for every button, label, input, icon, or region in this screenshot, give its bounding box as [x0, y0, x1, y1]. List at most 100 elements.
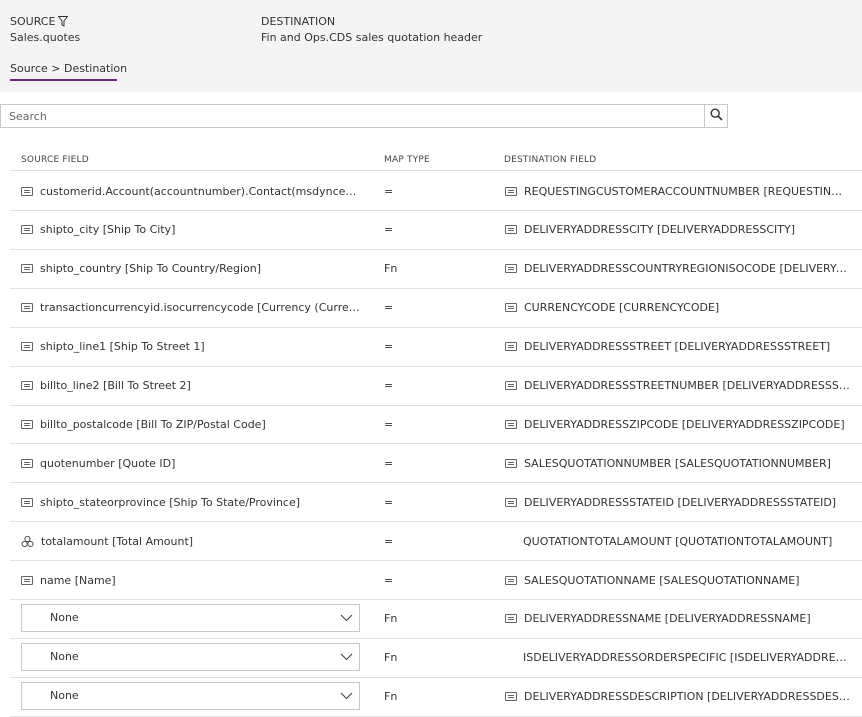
destination-field-cell[interactable]: CURRENCYCODE [CURRENCYCODE]	[505, 289, 850, 327]
search-input[interactable]	[1, 105, 704, 127]
source-field-text: name [Name]	[40, 573, 116, 587]
column-header-map-type[interactable]: MAP TYPE	[384, 155, 430, 165]
field-icon	[505, 381, 517, 390]
source-field-dropdown[interactable]: None	[21, 603, 360, 632]
destination-field-cell[interactable]: DELIVERYADDRESSZIPCODE [DELIVERYADDRESSZ…	[505, 405, 850, 443]
source-field-dropdown[interactable]: None	[21, 642, 360, 671]
table-row[interactable]: shipto_city [Ship To City] = DELIVERYADDRE…	[10, 211, 862, 250]
map-type-cell[interactable]: =	[384, 289, 393, 327]
dropdown-selected-value: None	[50, 611, 79, 625]
field-icon	[505, 342, 517, 352]
breadcrumb-tab[interactable]: Source > Destination	[10, 62, 127, 75]
table-row[interactable]: None Fn ISDELIVERYADDRESSORDERSPECIFIC [IS…	[10, 639, 862, 678]
field-icon	[505, 614, 517, 624]
table-row[interactable]: transactioncurrencyid.isocurrencycode [C…	[10, 289, 862, 328]
source-field-cell[interactable]: totalamount [Total Amount]	[21, 522, 361, 560]
table-row[interactable]: shipto_stateorprovince [Ship To State/Pr…	[10, 483, 862, 523]
search-button[interactable]	[704, 104, 728, 128]
destination-field-text: CURRENCYCODE [CURRENCYCODE]	[524, 301, 720, 315]
source-field-cell[interactable]: shipto_line1 [Ship To Street 1]	[21, 328, 361, 366]
table-row[interactable]: None Fn DELIVERYADDRESSNAME [DELIVERYADDRE…	[10, 600, 862, 639]
map-type-cell[interactable]: Fn	[384, 678, 397, 716]
source-field-text: totalamount [Total Amount]	[41, 534, 194, 548]
destination-field-text: SALESQUOTATIONNUMBER [SALESQUOTATIONNUMB…	[524, 456, 831, 470]
destination-field-cell[interactable]: SALESQUOTATIONNUMBER [SALESQUOTATIONNUMB…	[505, 444, 850, 482]
destination-field-cell[interactable]: DELIVERYADDRESSCITY [DELIVERYADDRESSCITY…	[505, 211, 850, 249]
filter-icon[interactable]	[58, 16, 69, 27]
field-icon	[505, 186, 517, 196]
table-row[interactable]: totalamount [Total Amount] = QUOTATIONTOTA…	[10, 522, 862, 562]
field-icon	[21, 419, 33, 429]
header-divider	[10, 170, 862, 171]
table-row[interactable]: shipto_country [Ship To Country/Region] F…	[10, 250, 862, 289]
source-field-cell[interactable]: shipto_city [Ship To City]	[21, 211, 361, 249]
destination-field-text: DELIVERYADDRESSDESCRIPTION [DELIVERYADDR…	[524, 690, 850, 704]
source-field-cell[interactable]: transactioncurrencyid.isocurrencycode [C…	[21, 289, 361, 327]
chevron-down-icon	[339, 689, 353, 703]
map-type-cell[interactable]: =	[384, 367, 393, 405]
map-type-cell[interactable]: =	[384, 172, 393, 210]
destination-field-cell[interactable]: DELIVERYADDRESSSTREETNUMBER [DELIVERYADD…	[505, 367, 850, 405]
destination-field-cell[interactable]: DELIVERYADDRESSSTATEID [DELIVERYADDRESSS…	[505, 483, 850, 521]
table-row[interactable]: customerid.Account(accountnumber).Contac…	[10, 172, 862, 211]
field-icon	[505, 458, 517, 468]
source-field-dropdown[interactable]: None	[21, 681, 360, 710]
map-type-cell[interactable]: Fn	[384, 600, 397, 638]
table-row[interactable]: quotenumber [Quote ID] = SALESQUOTATIONNUM…	[10, 444, 862, 484]
map-type-cell[interactable]: =	[384, 561, 393, 599]
destination-entity: Fin and Ops.CDS sales quotation header	[261, 31, 483, 44]
destination-field-text: REQUESTINGCUSTOMERACCOUNTNUMBER [REQUEST…	[524, 184, 850, 198]
search-icon	[709, 108, 723, 124]
field-icon	[505, 264, 517, 274]
source-field-text: quotenumber [Quote ID]	[40, 456, 176, 470]
destination-field-cell[interactable]: DELIVERYADDRESSNAME [DELIVERYADDRESSNAME…	[505, 600, 850, 638]
destination-field-cell[interactable]: ISDELIVERYADDRESSORDERSPECIFIC [ISDELIVE…	[505, 639, 850, 677]
field-icon	[21, 264, 33, 274]
source-field-cell[interactable]: quotenumber [Quote ID]	[21, 444, 361, 482]
table-row[interactable]: None Fn DELIVERYADDRESSDESCRIPTION [DELIVE…	[10, 678, 862, 717]
destination-field-cell[interactable]: DELIVERYADDRESSCOUNTRYREGIONISOCODE [DEL…	[505, 250, 850, 288]
field-icon	[505, 303, 517, 313]
field-icon	[505, 497, 517, 507]
destination-field-cell[interactable]: QUOTATIONTOTALAMOUNT [QUOTATIONTOTALAMOU…	[505, 522, 850, 560]
table-row[interactable]: shipto_line1 [Ship To Street 1] = DELIVERY…	[10, 328, 862, 367]
mapping-header: SOURCE Sales.quotes DESTINATION Fin and …	[0, 0, 862, 92]
destination-field-cell[interactable]: DELIVERYADDRESSDESCRIPTION [DELIVERYADDR…	[505, 678, 850, 716]
source-field-text: shipto_city [Ship To City]	[40, 223, 176, 237]
source-field-cell[interactable]: name [Name]	[21, 561, 361, 599]
source-field-cell[interactable]: shipto_country [Ship To Country/Region]	[21, 250, 361, 288]
destination-field-text: DELIVERYADDRESSSTREETNUMBER [DELIVERYADD…	[524, 379, 850, 392]
map-type-cell[interactable]: =	[384, 211, 393, 249]
source-field-cell[interactable]: billto_postalcode [Bill To ZIP/Postal Co…	[21, 405, 361, 443]
table-row[interactable]: billto_line2 [Bill To Street 2] = DELIVERY…	[10, 367, 862, 406]
table-row[interactable]: billto_postalcode [Bill To ZIP/Postal Co…	[10, 405, 862, 445]
source-field-cell[interactable]: customerid.Account(accountnumber).Contac…	[21, 172, 361, 210]
map-type-cell[interactable]: =	[384, 444, 393, 482]
map-type-cell[interactable]: =	[384, 405, 393, 443]
map-type-cell[interactable]: =	[384, 522, 393, 560]
column-header-destination-field[interactable]: DESTINATION FIELD	[504, 155, 596, 165]
table-row[interactable]: name [Name] = SALESQUOTATIONNAME [SALESQUO…	[10, 561, 862, 600]
column-header-source-field[interactable]: SOURCE FIELD	[21, 155, 89, 165]
source-field-text: shipto_country [Ship To Country/Region]	[40, 262, 262, 276]
field-icon	[21, 575, 33, 585]
source-field-text: billto_postalcode [Bill To ZIP/Postal Co…	[40, 417, 266, 431]
destination-field-cell[interactable]: DELIVERYADDRESSSTREET [DELIVERYADDRESSST…	[505, 328, 850, 366]
map-type-cell[interactable]: Fn	[384, 639, 397, 677]
field-icon	[505, 225, 517, 235]
field-icon	[21, 497, 33, 507]
destination-field-text: QUOTATIONTOTALAMOUNT [QUOTATIONTOTALAMOU…	[523, 534, 833, 548]
field-icon	[21, 225, 33, 235]
map-type-cell[interactable]: =	[384, 328, 393, 366]
destination-field-text: DELIVERYADDRESSCITY [DELIVERYADDRESSCITY…	[524, 223, 795, 237]
source-field-cell[interactable]: shipto_stateorprovince [Ship To State/Pr…	[21, 483, 361, 521]
source-field-cell[interactable]: billto_line2 [Bill To Street 2]	[21, 367, 361, 405]
source-field-text: shipto_stateorprovince [Ship To State/Pr…	[40, 495, 301, 509]
destination-field-text: DELIVERYADDRESSCOUNTRYREGIONISOCODE [DEL…	[524, 262, 850, 276]
dropdown-selected-value: None	[50, 650, 79, 664]
map-type-cell[interactable]: =	[384, 483, 393, 521]
destination-field-cell[interactable]: REQUESTINGCUSTOMERACCOUNTNUMBER [REQUEST…	[505, 172, 850, 210]
source-label-group: SOURCE	[10, 15, 69, 28]
map-type-cell[interactable]: Fn	[384, 250, 397, 288]
destination-field-cell[interactable]: SALESQUOTATIONNAME [SALESQUOTATIONNAME]	[505, 561, 850, 599]
